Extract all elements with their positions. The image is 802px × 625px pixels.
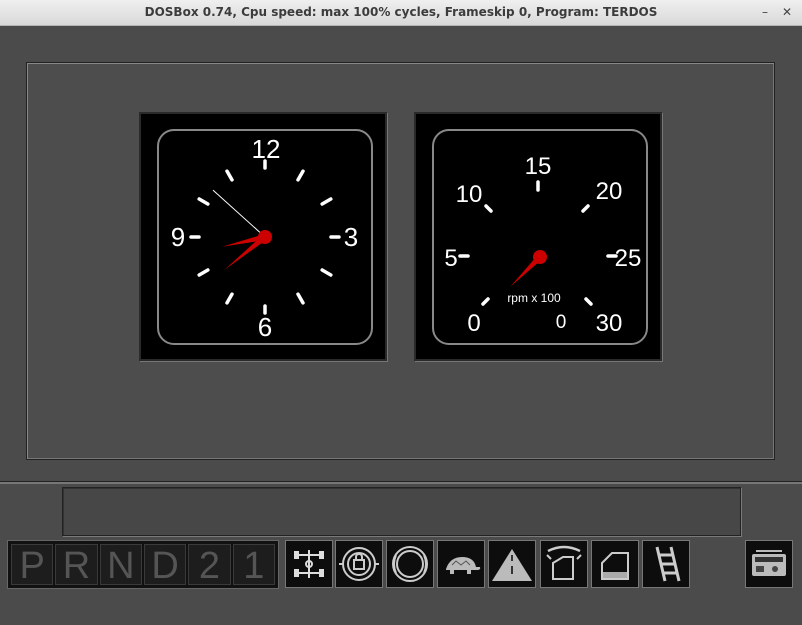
tachometer-label-15: 15 [525, 153, 552, 180]
tachometer-label-20: 20 [596, 178, 623, 205]
axle-diagram-icon [294, 550, 324, 578]
gear-1[interactable]: 1 [232, 544, 275, 587]
turtle-icon [446, 557, 481, 574]
tachometer-label-25: 25 [615, 245, 642, 272]
axle-button[interactable] [285, 540, 333, 588]
ladder-button[interactable] [642, 540, 690, 588]
gear-selector: P R N D 2 1 [7, 540, 279, 589]
tachometer-unit-label: rpm x 100 [507, 291, 561, 305]
car-door-icon [546, 545, 582, 580]
window-titlebar: DOSBox 0.74, Cpu speed: max 100% cycles,… [0, 0, 802, 26]
gear-n[interactable]: N [99, 544, 142, 587]
ladder-icon [655, 546, 681, 582]
clock-numeral-3: 3 [344, 222, 358, 252]
window-title: DOSBox 0.74, Cpu speed: max 100% cycles,… [144, 5, 658, 19]
tachometer-hub [533, 250, 547, 264]
gear-p[interactable]: P [11, 544, 54, 587]
door-open-button[interactable] [591, 540, 639, 588]
car-door-button[interactable] [540, 540, 588, 588]
tachometer-label-10: 10 [456, 181, 483, 208]
tachometer-face: 0 5 10 15 20 25 30 rpm x 100 0 [432, 129, 648, 345]
brake-warning-icon [339, 547, 379, 581]
road-icon [492, 549, 532, 581]
radio-button[interactable] [745, 540, 793, 588]
gear-d[interactable]: D [143, 544, 187, 587]
gear-r[interactable]: R [55, 544, 98, 587]
message-bar [62, 487, 741, 536]
tachometer-reading: 0 [556, 312, 567, 333]
door-open-icon [601, 552, 629, 580]
clock-face: 12 3 6 9 [157, 129, 373, 345]
tachometer-label-0: 0 [467, 310, 480, 337]
tachometer-label-30: 30 [596, 310, 623, 337]
clock-numeral-6: 6 [258, 312, 272, 342]
slow-mode-button[interactable] [437, 540, 485, 588]
clock-gauge: 12 3 6 9 [139, 112, 387, 361]
road-button[interactable] [488, 540, 536, 588]
brake-button[interactable] [335, 540, 383, 588]
steering-wheel-icon [392, 546, 428, 582]
clock-hub [258, 230, 272, 244]
radio-icon [752, 550, 786, 576]
steering-button[interactable] [386, 540, 434, 588]
gear-2[interactable]: 2 [188, 544, 231, 587]
clock-numeral-9: 9 [171, 222, 185, 252]
clock-numeral-12: 12 [252, 134, 281, 164]
tachometer-gauge: 0 5 10 15 20 25 30 rpm x 100 0 [414, 112, 662, 361]
minimize-button[interactable]: – [756, 3, 774, 21]
panel-divider [0, 481, 802, 484]
tachometer-label-5: 5 [444, 245, 457, 272]
close-button[interactable]: ✕ [778, 3, 796, 21]
